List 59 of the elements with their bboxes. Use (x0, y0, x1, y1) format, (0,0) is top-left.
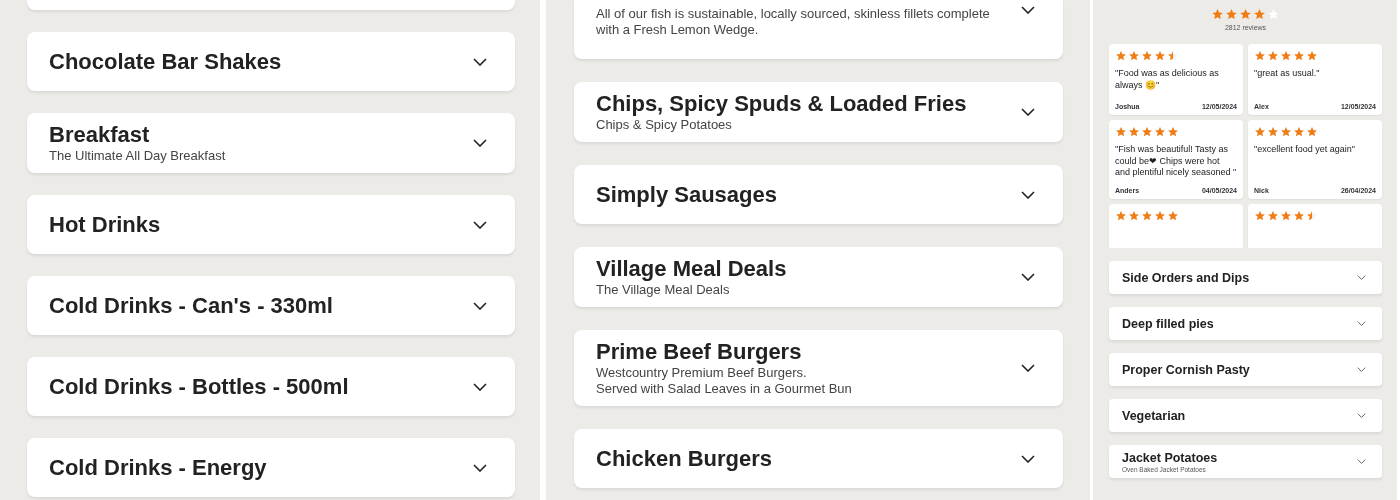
category-card[interactable]: Deep filled pies (1109, 307, 1382, 340)
chevron-down-icon (1021, 454, 1035, 463)
review-text: "great as usual." (1254, 68, 1321, 80)
chevron-down-icon (1021, 190, 1035, 199)
category-title: Cold Drinks - Can's - 330ml (49, 292, 333, 319)
category-title: Side Orders and Dips (1122, 269, 1250, 286)
category-description: All of our fish is sustainable, locally sourced, skinless fillets complete with a Fresh Lemon Wedge. (596, 6, 991, 38)
chevron-down-icon (473, 139, 487, 147)
review-text: "excellent food yet again" (1254, 144, 1356, 156)
chevron-down-icon (1357, 321, 1366, 326)
category-card[interactable]: Prime Beef Burgers Westcountry Premium Beef Burgers. Served with Salad Leaves in a Gourmet Bun (574, 330, 1063, 406)
category-card[interactable]: Chips, Spicy Spuds & Loaded Fries Chips & Spicy Potatoes (574, 82, 1063, 142)
category-title: Chocolate Bar Shakes (49, 48, 282, 75)
chevron-down-icon (1021, 6, 1035, 14)
category-title: Cold Drinks - Energy (49, 454, 267, 481)
category-title: Chips, Spicy Spuds & Loaded Fries (596, 91, 967, 117)
chevron-down-icon (1021, 364, 1035, 372)
chevron-down-icon (473, 463, 487, 472)
category-card[interactable]: Chocolate Bar Shakes (27, 32, 515, 91)
chevron-down-icon (1021, 273, 1035, 281)
chevron-down-icon (473, 382, 487, 391)
chevron-down-icon (1357, 275, 1366, 280)
category-card[interactable] (27, 0, 515, 10)
category-title: Jacket Potatoes (1122, 450, 1218, 466)
category-card[interactable]: Proper Cornish Pasty (1109, 353, 1382, 386)
category-title: Village Meal Deals (596, 256, 787, 282)
category-title: Prime Beef Burgers (596, 339, 803, 365)
category-card[interactable]: Village Meal Deals The Village Meal Deals (574, 247, 1063, 307)
category-description: Chips & Spicy Potatoes (596, 117, 733, 133)
category-title: Simply Sausages (596, 181, 777, 208)
chevron-down-icon (1357, 367, 1366, 372)
chevron-down-icon (1357, 459, 1366, 464)
category-title: Proper Cornish Pasty (1122, 361, 1250, 378)
review-text: "Fish was beautiful! Tasty as could be❤ Chips were hot and plentiful nicely seasoned " (1115, 144, 1237, 179)
chevron-down-icon (1357, 413, 1366, 418)
category-title: Hot Drinks (49, 211, 161, 238)
category-description: Westcountry Premium Beef Burgers. Served with Salad Leaves in a Gourmet Bun (596, 365, 852, 397)
category-card[interactable]: Cold Drinks - Bottles - 500ml (27, 357, 515, 416)
category-card[interactable]: Breakfast The Ultimate All Day Breakfast (27, 113, 515, 173)
category-description: The Village Meal Deals (596, 282, 731, 298)
category-card[interactable]: Side Orders and Dips (1109, 261, 1382, 294)
category-title: Vegetarian (1122, 407, 1186, 424)
chevron-down-icon (473, 57, 487, 66)
review-text: "Food was as delicious as always 😊" (1115, 68, 1220, 91)
category-card[interactable]: Vegetarian (1109, 399, 1382, 432)
chevron-down-icon (1021, 108, 1035, 116)
category-title: Chicken Burgers (596, 445, 773, 472)
category-card[interactable]: All of our fish is sustainable, locally sourced, skinless fillets complete with a Fresh Lemon Wedge. (574, 0, 1063, 59)
category-title: Breakfast (49, 122, 151, 148)
category-card[interactable]: Cold Drinks - Can's - 330ml (27, 276, 515, 335)
category-card[interactable]: Chicken Burgers (574, 429, 1063, 488)
category-card[interactable]: Simply Sausages (574, 165, 1063, 224)
chevron-down-icon (473, 301, 487, 310)
category-title: Cold Drinks - Bottles - 500ml (49, 373, 349, 400)
chevron-down-icon (473, 220, 487, 229)
category-card[interactable]: Cold Drinks - Energy (27, 438, 515, 497)
category-description: The Ultimate All Day Breakfast (49, 148, 226, 164)
category-card[interactable]: Hot Drinks (27, 195, 515, 254)
category-title: Deep filled pies (1122, 315, 1214, 332)
